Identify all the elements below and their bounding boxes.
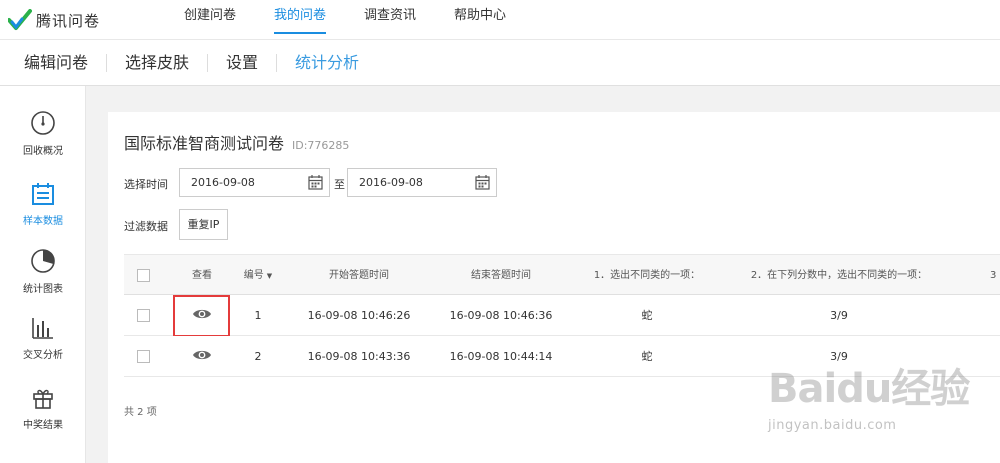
header-number-label: 编号 (243, 270, 264, 281)
header-start-time: 开始答题时间 (329, 270, 389, 281)
tab-edit-survey[interactable]: 编辑问卷 (24, 54, 108, 72)
start-date-value: 2016-09-08 (191, 176, 255, 189)
sidebar-item-label: 回收概况 (23, 146, 63, 157)
watermark: Baidu经验 jingyan.baidu.com (768, 356, 1000, 440)
sort-down-icon: ▼ (266, 272, 273, 280)
row-start-time: 16-09-08 10:46:26 (307, 309, 411, 322)
header-view: 查看 (192, 270, 212, 281)
header-number[interactable]: 编号 ▼ (234, 255, 282, 296)
end-date-value: 2016-09-08 (359, 176, 423, 189)
sub-nav: 编辑问卷 选择皮肤 设置 统计分析 (0, 40, 1000, 86)
watermark-url: jingyan.baidu.com (768, 418, 897, 433)
tab-choose-skin[interactable]: 选择皮肤 (125, 54, 209, 72)
logo[interactable]: 腾讯问卷 (8, 7, 100, 33)
gift-icon (33, 389, 53, 409)
sidebar-item-label: 交叉分析 (23, 350, 63, 361)
survey-title: 国际标准智商测试问卷 (124, 134, 285, 153)
highlight-box (173, 295, 230, 337)
check-logo-icon (8, 9, 32, 30)
calendar-icon (475, 175, 490, 190)
page-title: 国际标准智商测试问卷 ID:776285 (124, 130, 349, 154)
date-range-separator: 至 (334, 178, 345, 191)
sidebar: 回收概况 样本数据 统计图表 交叉分析 中奖结果 (0, 86, 86, 463)
sidebar-item-sample-data[interactable]: 样本数据 (0, 182, 86, 227)
sidebar-item-label: 中奖结果 (23, 420, 63, 431)
end-date-input[interactable]: 2016-09-08 (347, 168, 497, 197)
nav-my-surveys[interactable]: 我的问卷 (274, 0, 327, 40)
eye-icon[interactable] (192, 348, 212, 362)
nav-help-center[interactable]: 帮助中心 (454, 0, 506, 40)
row-end-time: 16-09-08 10:44:14 (449, 350, 553, 363)
row-number: 2 (254, 350, 262, 363)
sidebar-item-lottery-results[interactable]: 中奖结果 (0, 386, 86, 431)
tab-statistics[interactable]: 统计分析 (295, 54, 377, 72)
header-question-2: 2．在下列分数中，选出不同类的一项： (750, 270, 928, 281)
top-bar: 腾讯问卷 创建问卷 我的问卷 调查资讯 帮助中心 (0, 0, 1000, 40)
total-count: 共 2 项 (124, 407, 157, 418)
duplicate-ip-button[interactable]: 重复IP (179, 209, 228, 240)
calendar-icon (308, 175, 323, 190)
time-label: 选择时间 (124, 178, 168, 191)
watermark-brand: Baidu经验 (768, 366, 970, 412)
top-nav: 创建问卷 我的问卷 调查资讯 帮助中心 (184, 0, 544, 40)
row-answer-2: 3/9 (830, 309, 848, 322)
sidebar-item-charts[interactable]: 统计图表 (0, 248, 86, 295)
survey-id: ID:776285 (292, 139, 350, 152)
bar-chart-icon (32, 318, 53, 339)
row-start-time: 16-09-08 10:43:36 (307, 350, 411, 363)
header-question-3: 3 (990, 270, 997, 281)
header-end-time: 结束答题时间 (471, 270, 531, 281)
table-row: 1 16-09-08 10:46:26 16-09-08 10:46:36 蛇 … (124, 295, 1000, 337)
sub-bar: 编辑问卷 选择皮肤 设置 统计分析 (0, 40, 1000, 86)
sidebar-item-overview[interactable]: 回收概况 (0, 110, 86, 157)
row-answer-1: 蛇 (641, 350, 653, 363)
sidebar-item-label: 统计图表 (23, 284, 63, 295)
row-checkbox[interactable] (137, 309, 150, 322)
tab-settings[interactable]: 设置 (226, 54, 278, 72)
gauge-icon (31, 111, 55, 135)
pie-chart-icon (31, 249, 55, 273)
row-end-time: 16-09-08 10:46:36 (449, 309, 553, 322)
sidebar-item-cross-analysis[interactable]: 交叉分析 (0, 316, 86, 361)
start-date-input[interactable]: 2016-09-08 (179, 168, 330, 197)
nav-survey-news[interactable]: 调查资讯 (364, 0, 416, 40)
table-header: 查看 编号 ▼ 开始答题时间 结束答题时间 1．选出不同类的一项： 2．在下列分数… (124, 254, 1000, 295)
row-number: 1 (254, 309, 262, 322)
select-all-checkbox[interactable] (137, 269, 150, 282)
filter-label: 过滤数据 (124, 220, 168, 233)
sidebar-item-label: 样本数据 (23, 216, 63, 227)
header-question-1: 1．选出不同类的一项： (593, 270, 701, 281)
row-checkbox[interactable] (137, 350, 150, 363)
calendar-icon (32, 183, 54, 205)
logo-text: 腾讯问卷 (36, 11, 101, 30)
nav-create-survey[interactable]: 创建问卷 (184, 0, 236, 40)
row-answer-1: 蛇 (641, 309, 653, 322)
